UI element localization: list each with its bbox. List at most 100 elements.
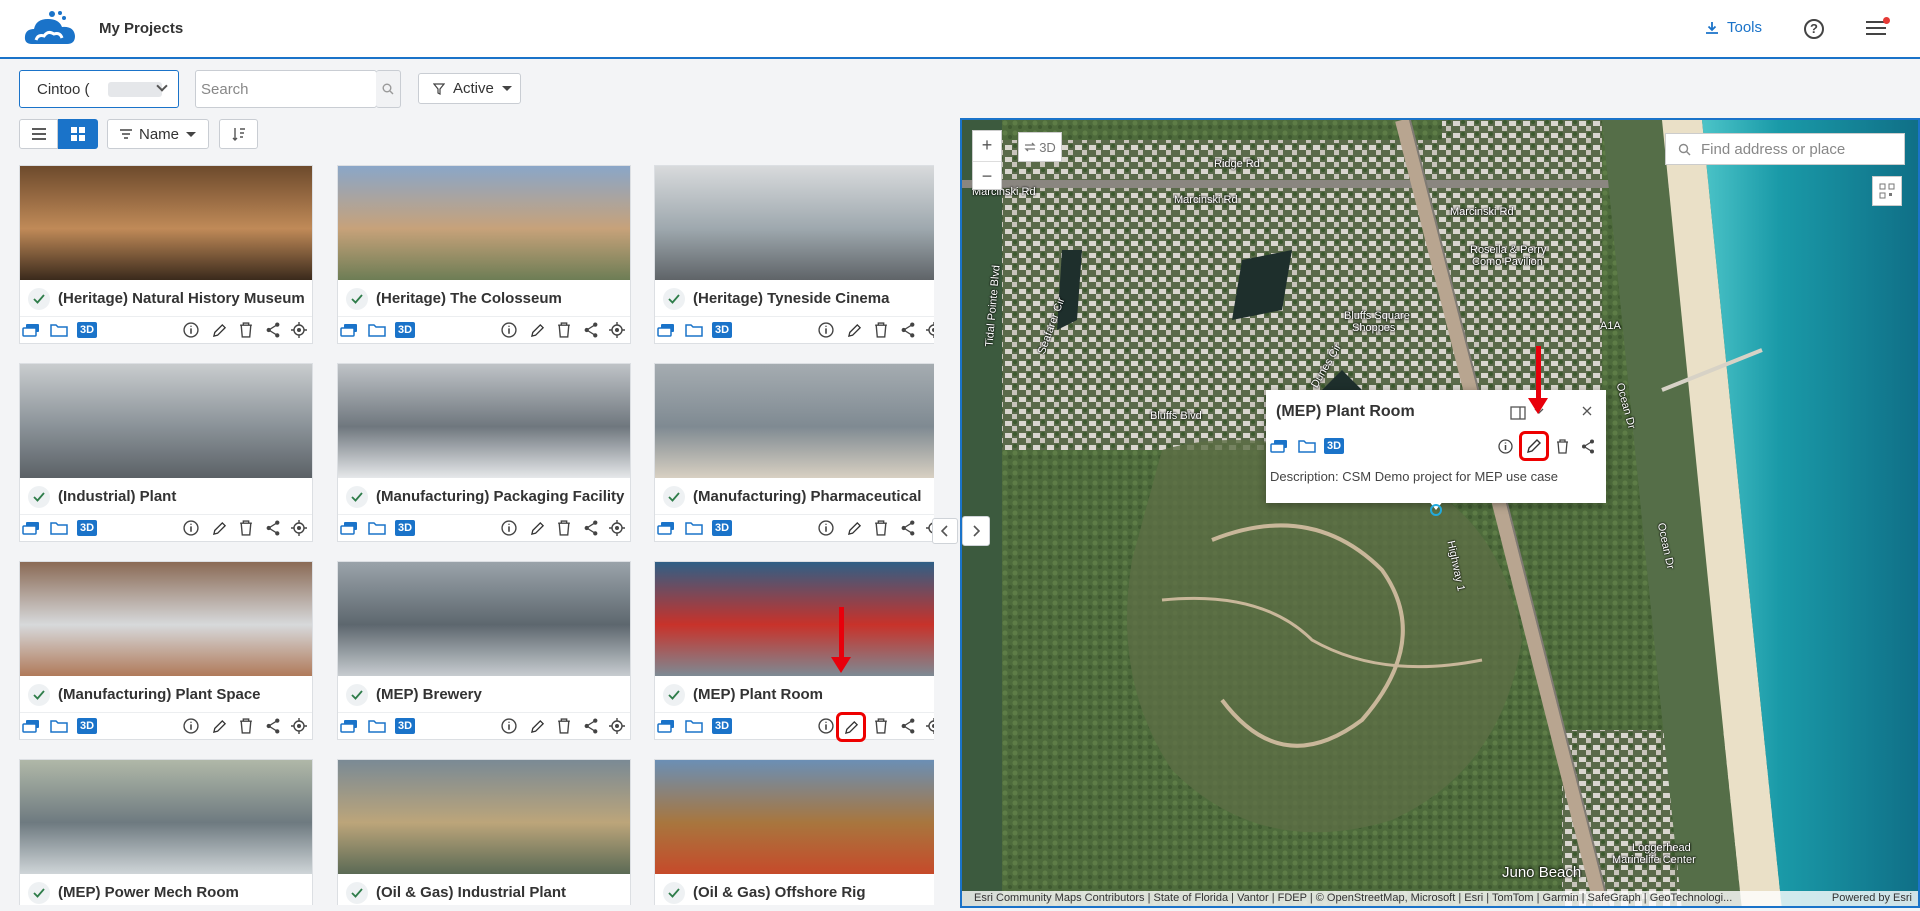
view-3d-button[interactable]: 3D: [1324, 438, 1344, 454]
sort-direction-button[interactable]: [219, 119, 258, 149]
project-card[interactable]: (Industrial) Plant 3D: [19, 363, 313, 542]
share-icon[interactable]: [899, 520, 917, 536]
trash-icon[interactable]: [237, 520, 255, 536]
scans-icon[interactable]: [657, 322, 675, 338]
view-3d-button[interactable]: 3D: [395, 520, 415, 536]
scans-icon[interactable]: [1270, 439, 1288, 453]
locate-icon[interactable]: [925, 718, 934, 734]
project-thumbnail[interactable]: [655, 760, 934, 874]
view-3d-button[interactable]: 3D: [712, 322, 732, 338]
info-icon[interactable]: [182, 520, 200, 536]
locate-icon[interactable]: [290, 322, 308, 338]
tools-button[interactable]: Tools: [1705, 19, 1762, 36]
info-icon[interactable]: [500, 520, 518, 536]
trash-icon[interactable]: [872, 520, 890, 536]
project-thumbnail[interactable]: [20, 760, 312, 874]
checkmark-icon[interactable]: [346, 683, 368, 706]
edit-project-button[interactable]: [528, 322, 546, 338]
trash-icon[interactable]: [237, 718, 255, 734]
collapse-map-button[interactable]: [962, 516, 990, 546]
folder-icon[interactable]: [1298, 439, 1316, 453]
status-filter-dropdown[interactable]: Active: [418, 73, 521, 104]
locate-icon[interactable]: [290, 718, 308, 734]
scans-icon[interactable]: [657, 520, 675, 536]
scans-icon[interactable]: [340, 520, 358, 536]
view-3d-button[interactable]: 3D: [77, 322, 97, 338]
scans-icon[interactable]: [22, 718, 40, 734]
checkmark-icon[interactable]: [28, 683, 50, 706]
checkmark-icon[interactable]: [28, 287, 50, 310]
project-thumbnail[interactable]: [655, 562, 934, 676]
project-name[interactable]: (Manufacturing) Plant Space: [58, 686, 308, 703]
share-icon[interactable]: [264, 718, 282, 734]
sort-by-dropdown[interactable]: Name: [107, 119, 209, 149]
project-name[interactable]: (Manufacturing) Pharmaceutical: [693, 488, 934, 505]
view-3d-button[interactable]: 3D: [395, 718, 415, 734]
project-thumbnail[interactable]: [20, 364, 312, 478]
share-icon[interactable]: [1581, 439, 1595, 454]
powered-by-esri[interactable]: Powered by Esri: [1832, 891, 1912, 906]
cintoo-logo[interactable]: [22, 10, 78, 50]
view-3d-button[interactable]: 3D: [77, 718, 97, 734]
project-name[interactable]: (Manufacturing) Packaging Facility: [376, 488, 626, 505]
project-card[interactable]: (Oil & Gas) Offshore Rig 3D: [654, 759, 934, 905]
share-icon[interactable]: [264, 520, 282, 536]
share-icon[interactable]: [264, 322, 282, 338]
view-3d-button[interactable]: 3D: [712, 718, 732, 734]
project-location-marker[interactable]: [1430, 504, 1442, 516]
trash-icon[interactable]: [872, 322, 890, 338]
project-name[interactable]: (Oil & Gas) Industrial Plant: [376, 884, 626, 901]
scans-icon[interactable]: [22, 520, 40, 536]
map-search-input[interactable]: Find address or place: [1665, 133, 1905, 165]
folder-icon[interactable]: [50, 718, 68, 734]
project-card[interactable]: (Manufacturing) Packaging Facility 3D: [337, 363, 631, 542]
project-thumbnail[interactable]: [20, 166, 312, 280]
project-name[interactable]: (Industrial) Plant: [58, 488, 308, 505]
project-card[interactable]: (Manufacturing) Plant Space 3D: [19, 561, 313, 740]
trash-icon[interactable]: [555, 520, 573, 536]
trash-icon[interactable]: [1556, 439, 1569, 454]
help-icon[interactable]: ?: [1804, 19, 1824, 39]
trash-icon[interactable]: [872, 718, 890, 734]
view-3d-button[interactable]: 3D: [395, 322, 415, 338]
checkmark-icon[interactable]: [346, 881, 368, 904]
checkmark-icon[interactable]: [663, 287, 685, 310]
project-card[interactable]: (MEP) Power Mech Room 3D: [19, 759, 313, 905]
zoom-in-button[interactable]: +: [973, 131, 1001, 161]
info-icon[interactable]: [817, 520, 835, 536]
grid-view-button[interactable]: [58, 119, 98, 149]
info-icon[interactable]: [817, 322, 835, 338]
edit-project-button[interactable]: [210, 520, 228, 536]
folder-icon[interactable]: [685, 718, 703, 734]
checkmark-icon[interactable]: [663, 881, 685, 904]
project-card[interactable]: (Heritage) The Colosseum 3D: [337, 165, 631, 344]
share-icon[interactable]: [582, 322, 600, 338]
project-thumbnail[interactable]: [655, 166, 934, 280]
share-icon[interactable]: [899, 322, 917, 338]
project-thumbnail[interactable]: [338, 562, 630, 676]
folder-icon[interactable]: [368, 322, 386, 338]
checkmark-icon[interactable]: [28, 485, 50, 508]
folder-icon[interactable]: [368, 718, 386, 734]
folder-icon[interactable]: [368, 520, 386, 536]
project-thumbnail[interactable]: [338, 760, 630, 874]
folder-icon[interactable]: [50, 520, 68, 536]
folder-icon[interactable]: [685, 520, 703, 536]
scans-icon[interactable]: [22, 322, 40, 338]
project-name[interactable]: (MEP) Power Mech Room: [58, 884, 308, 901]
project-card[interactable]: (Heritage) Tyneside Cinema 3D: [654, 165, 934, 344]
share-icon[interactable]: [899, 718, 917, 734]
locate-icon[interactable]: [608, 520, 626, 536]
scans-icon[interactable]: [340, 322, 358, 338]
hamburger-menu-icon[interactable]: [1866, 17, 1890, 37]
edit-project-button[interactable]: [836, 712, 866, 742]
info-icon[interactable]: [500, 322, 518, 338]
locate-icon[interactable]: [608, 718, 626, 734]
project-name[interactable]: (Heritage) Tyneside Cinema: [693, 290, 934, 307]
checkmark-icon[interactable]: [346, 485, 368, 508]
collapse-list-button[interactable]: [932, 518, 958, 544]
project-card[interactable]: (Heritage) Natural History Museum 3D: [19, 165, 313, 344]
edit-project-button[interactable]: [1519, 431, 1549, 461]
project-card[interactable]: (Oil & Gas) Industrial Plant 3D: [337, 759, 631, 905]
info-icon[interactable]: [817, 718, 835, 734]
